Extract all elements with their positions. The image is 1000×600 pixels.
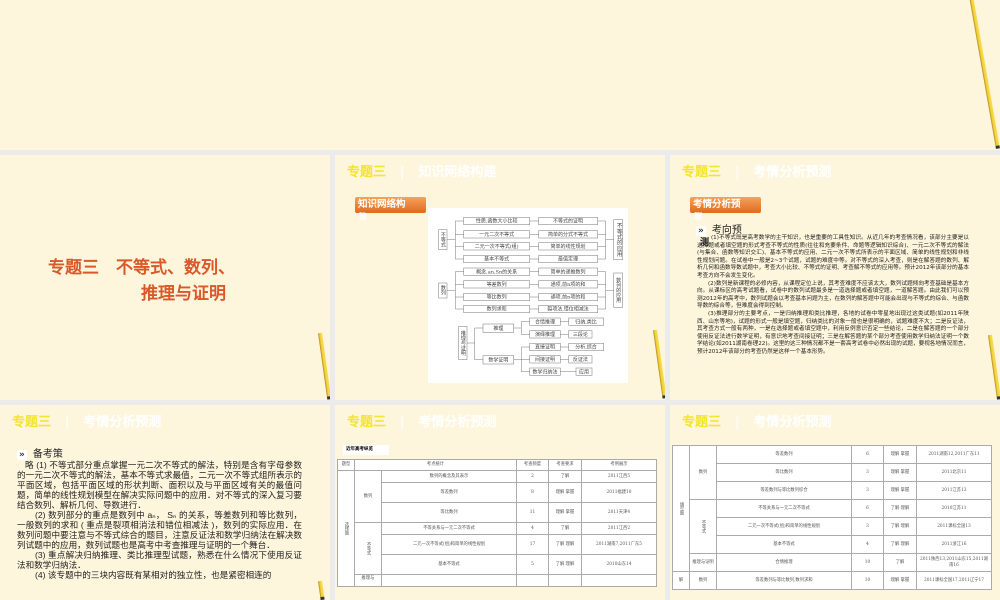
table-row: 填空题 数列 等差数列 6 理解 掌握 2011湖南12,2011广东11 [672, 445, 992, 572]
table-row: 基本不等式 4 了解 理解 2011浙江16 [673, 535, 992, 554]
slide-thumbnail-4[interactable]: 专题三 | 考情分析预测 » 备考策 略 (1) 不等式部分重点掌握一元二次不等式的解… [0, 405, 330, 600]
pencil-decoration [653, 329, 665, 396]
slide-header: 专题三 | 考情分析预测 [347, 415, 497, 430]
slide-header: 专题三 | 考情分析预测 [682, 165, 832, 180]
slide-thumbnail-3[interactable]: 专题三 | 考情分析预测 考情分析预测 » 考向预 测 (1)不等式既是高考数学的主干… [670, 155, 1000, 400]
node-sequence: 数列 [440, 285, 446, 297]
table-row: 等比数列 3 理解 掌握 2011北京11 [673, 463, 992, 482]
table-header-row: 题型 考点统计 考查频度 考查要求 考例展示 [337, 459, 657, 471]
node: 推理 [493, 325, 503, 332]
table-title: 近年高考纵览 [343, 445, 389, 455]
node: 直接证明 [535, 344, 555, 351]
pencil-decoration [318, 332, 330, 397]
table-row: 二元一次不等式(组)和简单的线性规划 17 了解 理解 2011湖南7,2011广东5 [338, 534, 657, 555]
pencil-decoration [318, 580, 325, 598]
node: 不等式的证明 [553, 218, 583, 225]
slide-header: 专题三 | 知识网络构建 [347, 165, 497, 180]
node: 合情推理 [535, 318, 555, 325]
exam-stats-table: 题型 考点统计 考查频度 考查要求 考例展示 选择题 数列 数列的概念及其表示 2… [337, 459, 657, 587]
table-row: 解数列 等差数列与等比数列,数列求和 10 理解 掌握 2011课标全国17,2011辽… [672, 571, 992, 590]
double-chevron-icon: » [17, 450, 27, 460]
table-row: 等差数列与等比数列综合 3 理解 掌握 2011江苏13 [673, 481, 992, 500]
node-sequence-application: 数列的应用 [615, 277, 621, 304]
slide-thumbnail-6[interactable]: 专题三 | 考情分析预测 填空题 数列 等差数列 6 理解 掌握 2011湖南12,201… [670, 405, 1000, 600]
slide-thumbnail-1[interactable]: 专题三 不等式、数列、 推理与证明 [0, 155, 330, 400]
slide-title: 专题三 不等式、数列、 推理与证明 [48, 258, 235, 304]
body-text: 略 (1) 不等式部分重点掌握一元二次不等式的解法，特别是含有字母参数的一元二次… [17, 460, 302, 580]
slide-thumbnail-previous[interactable] [0, 0, 1000, 150]
node: 反证法 [573, 356, 588, 363]
node: 三段论 [573, 331, 588, 338]
section-badge: 知识网络构建 [355, 197, 426, 221]
node: 裂项法,错位相减法 [547, 306, 589, 313]
node: 数列求和 [487, 306, 507, 313]
table-row: 等比数列 11 理解 掌握 2011天津4 [338, 502, 657, 523]
node: 简单的线性规划 [550, 243, 585, 250]
pencil-decoration [968, 0, 1000, 146]
node: 归纳,类比 [575, 318, 597, 325]
exam-stats-table: 填空题 数列 等差数列 6 理解 掌握 2011湖南12,2011广东11 等比数列 3… [672, 445, 992, 590]
node: 通项,前n项的和 [551, 281, 586, 288]
table-row: 推理与证明 合情推理 10 了解 2011陕西13,2011山东15,2011湖南16 [673, 553, 992, 572]
node: 数学归纳法 [532, 368, 557, 375]
node: 数学证明 [488, 357, 508, 364]
node: 一元二次不等式 [479, 231, 514, 238]
subtitle: » 备考策 [17, 449, 63, 460]
node: 简单的分式不等式 [548, 231, 588, 238]
slide-thumbnail-5[interactable]: 专题三 | 考情分析预测 近年高考纵览 题型 考点统计 考查频度 考查要求 考例展示… [335, 405, 665, 600]
section-badge: 考情分析预测 [690, 197, 761, 221]
node: 间接证明 [535, 356, 555, 363]
subtitle: » 考向预 [696, 225, 742, 236]
node: 最值定理 [558, 256, 578, 263]
table-row: 不等式 不等关系与一元二次不等式 6 了解 理解 2010江苏11 [673, 499, 992, 554]
slide-header: 专题三 | 考情分析预测 [682, 415, 832, 430]
node: 等比数列 [487, 294, 507, 301]
slide-thumbnail-2[interactable]: 专题三 | 知识网络构建 知识网络构建 不等式 不等式的应用 性质,函数大小比较 一… [335, 155, 665, 400]
node-inequality-application: 不等式的应用 [615, 223, 622, 258]
pencil-decoration [988, 334, 1000, 397]
table-row: 推理与 [338, 574, 657, 587]
table-row: 二元一次不等式(组)和简单的线性规划 3 了解 理解 2011课标全国13 [673, 517, 992, 536]
node: 概念,an,Sn的关系 [476, 268, 517, 275]
node: 二元一次不等式(组) [475, 243, 519, 250]
node: 演绎推理 [535, 331, 555, 338]
knowledge-network-diagram: 不等式 不等式的应用 性质,函数大小比较 一元二次不等式 二元一次不等式(组) … [428, 208, 628, 383]
node: 简单的递推数列 [550, 268, 585, 275]
node: 等差数列 [487, 281, 507, 288]
table-row: 不等式 不等关系与一元二次不等式 4 了解 2011江西2 [338, 522, 657, 575]
node-inequality: 不等式 [440, 232, 446, 247]
node: 基本不等式 [484, 256, 509, 263]
slide-header: 专题三 | 考情分析预测 [12, 415, 162, 430]
node: 性质,函数大小比较 [476, 218, 518, 225]
body-text: (1)不等式既是高考数学的主干知识，也是重要的工具性知识。从近几年的考查情况看，… [697, 235, 969, 355]
table-row: 等差数列 8 理解 掌握 2011福建10 [338, 482, 657, 503]
node-reasoning-proof: 推理与证明 [460, 330, 466, 357]
table-row: 基本不等式 5 了解 理解 2010山东14 [338, 554, 657, 575]
node: 应用 [579, 368, 589, 375]
table-row: 选择题 数列 数列的概念及其表示 2 了解 2011江西5 [337, 470, 657, 587]
node: 通项,前n项的和 [551, 294, 586, 301]
node: 分析,综合 [575, 344, 597, 351]
